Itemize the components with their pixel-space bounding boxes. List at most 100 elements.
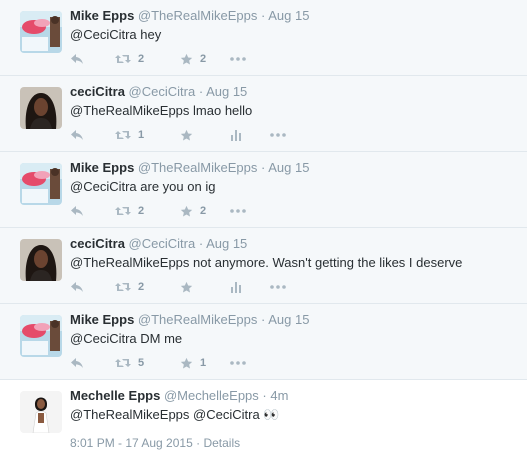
- avatar[interactable]: [20, 239, 62, 281]
- tweet-text: @TheRealMikeEpps lmao hello: [70, 102, 252, 120]
- retweet-icon: [115, 205, 131, 217]
- mention-link[interactable]: @CeciCitra: [70, 27, 137, 42]
- tweet-actions: 1: [70, 127, 286, 143]
- retweet-button[interactable]: 2: [115, 53, 180, 65]
- separator: ·: [260, 160, 266, 175]
- tweet-actions: 5 1: [70, 355, 270, 371]
- author-handle[interactable]: @TheRealMikeEpps: [138, 8, 257, 23]
- separator: ·: [260, 312, 266, 327]
- avatar[interactable]: [20, 163, 62, 205]
- tweet-header: Mike Epps @TheRealMikeEpps · Aug 15: [70, 8, 309, 24]
- tweet-actions: 2: [70, 279, 286, 295]
- analytics-button[interactable]: [230, 129, 270, 141]
- mention-link[interactable]: @CeciCitra: [193, 407, 260, 422]
- tweet-text: @CeciCitra are you on ig: [70, 178, 215, 196]
- author-handle[interactable]: @CeciCitra: [129, 84, 196, 99]
- author-name[interactable]: Mechelle Epps: [70, 388, 160, 403]
- tweet[interactable]: ceciCitra @CeciCitra · Aug 15 @TheRealMi…: [0, 228, 527, 304]
- retweet-button[interactable]: 5: [115, 357, 180, 369]
- tweet-timestamp[interactable]: 8:01 PM - 17 Aug 2015: [70, 436, 193, 450]
- reply-button[interactable]: [70, 53, 115, 65]
- reply-button[interactable]: [70, 205, 115, 217]
- tweet-header: ceciCitra @CeciCitra · Aug 15: [70, 236, 247, 252]
- mention-link[interactable]: @TheRealMikeEpps: [70, 103, 189, 118]
- retweet-button[interactable]: 2: [115, 205, 180, 217]
- author-name[interactable]: Mike Epps: [70, 160, 134, 175]
- tweet-body: DM me: [136, 331, 183, 346]
- author-name[interactable]: Mike Epps: [70, 312, 134, 327]
- reply-button[interactable]: [70, 129, 115, 141]
- author-name[interactable]: Mike Epps: [70, 8, 134, 23]
- reply-button[interactable]: [70, 281, 115, 293]
- author-name[interactable]: ceciCitra: [70, 84, 125, 99]
- reply-icon: [70, 281, 84, 293]
- reply-icon: [70, 129, 84, 141]
- mention-link[interactable]: @CeciCitra: [70, 331, 137, 346]
- tweet-body: hey: [136, 27, 162, 42]
- more-icon: [230, 209, 246, 213]
- favorite-icon: [180, 53, 193, 66]
- tweet-header: Mechelle Epps @MechelleEpps · 4m: [70, 388, 288, 404]
- favorite-button[interactable]: 1: [180, 357, 230, 370]
- stats-icon: [230, 129, 242, 141]
- tweet-time[interactable]: 4m: [270, 388, 288, 403]
- tweet-text: @TheRealMikeEpps @CeciCitra 👀: [70, 406, 280, 424]
- mention-link[interactable]: @TheRealMikeEpps: [70, 255, 189, 270]
- author-handle[interactable]: @CeciCitra: [129, 236, 196, 251]
- avatar[interactable]: [20, 87, 62, 129]
- analytics-button[interactable]: [230, 281, 270, 293]
- favorite-icon: [180, 357, 193, 370]
- favorite-icon: [180, 281, 193, 294]
- more-button[interactable]: [270, 285, 286, 289]
- tweet-time[interactable]: Aug 15: [206, 236, 247, 251]
- mention-link[interactable]: @CeciCitra: [70, 179, 137, 194]
- tweet[interactable]: ceciCitra @CeciCitra · Aug 15 @TheRealMi…: [0, 76, 527, 152]
- favorite-count: 2: [200, 205, 207, 217]
- tweet-time[interactable]: Aug 15: [268, 312, 309, 327]
- tweet-text: @TheRealMikeEpps not anymore. Wasn't get…: [70, 254, 462, 272]
- favorite-button[interactable]: [180, 281, 230, 294]
- favorite-button[interactable]: [180, 129, 230, 142]
- retweet-count: 2: [138, 205, 145, 217]
- stats-icon: [230, 281, 242, 293]
- favorite-icon: [180, 205, 193, 218]
- author-name[interactable]: ceciCitra: [70, 236, 125, 251]
- mention-link[interactable]: @TheRealMikeEpps: [70, 407, 189, 422]
- favorite-button[interactable]: 2: [180, 53, 230, 66]
- separator: ·: [198, 236, 204, 251]
- author-handle[interactable]: @MechelleEpps: [164, 388, 259, 403]
- tweet-body: not anymore. Wasn't getting the likes I …: [189, 255, 463, 270]
- avatar[interactable]: [20, 315, 62, 357]
- more-icon: [270, 133, 286, 137]
- tweet[interactable]: Mike Epps @TheRealMikeEpps · Aug 15 @Cec…: [0, 152, 527, 228]
- avatar[interactable]: [20, 11, 62, 53]
- tweet-header: ceciCitra @CeciCitra · Aug 15: [70, 84, 247, 100]
- tweet-body: are you on ig: [136, 179, 216, 194]
- separator: ·: [260, 8, 266, 23]
- retweet-count: 5: [138, 357, 145, 369]
- author-handle[interactable]: @TheRealMikeEpps: [138, 160, 257, 175]
- retweet-count: 1: [138, 129, 145, 141]
- more-button[interactable]: [230, 57, 270, 61]
- more-button[interactable]: [270, 133, 286, 137]
- details-link[interactable]: Details: [203, 436, 240, 450]
- more-button[interactable]: [230, 361, 270, 365]
- tweet-actions: 2 2: [70, 203, 270, 219]
- retweet-button[interactable]: 1: [115, 129, 180, 141]
- more-button[interactable]: [230, 209, 270, 213]
- focused-tweet[interactable]: Mechelle Epps @MechelleEpps · 4m @TheRea…: [0, 380, 527, 460]
- tweet[interactable]: Mike Epps @TheRealMikeEpps · Aug 15 @Cec…: [0, 0, 527, 76]
- author-handle[interactable]: @TheRealMikeEpps: [138, 312, 257, 327]
- retweet-icon: [115, 281, 131, 293]
- tweet-time[interactable]: Aug 15: [268, 160, 309, 175]
- tweet-body: lmao hello: [189, 103, 253, 118]
- tweet-time[interactable]: Aug 15: [206, 84, 247, 99]
- tweet[interactable]: Mike Epps @TheRealMikeEpps · Aug 15 @Cec…: [0, 304, 527, 380]
- separator: ·: [196, 436, 201, 450]
- favorite-button[interactable]: 2: [180, 205, 230, 218]
- tweet-time[interactable]: Aug 15: [268, 8, 309, 23]
- avatar[interactable]: [20, 391, 62, 433]
- retweet-button[interactable]: 2: [115, 281, 180, 293]
- reply-button[interactable]: [70, 357, 115, 369]
- tweet-thread: Mike Epps @TheRealMikeEpps · Aug 15 @Cec…: [0, 0, 527, 464]
